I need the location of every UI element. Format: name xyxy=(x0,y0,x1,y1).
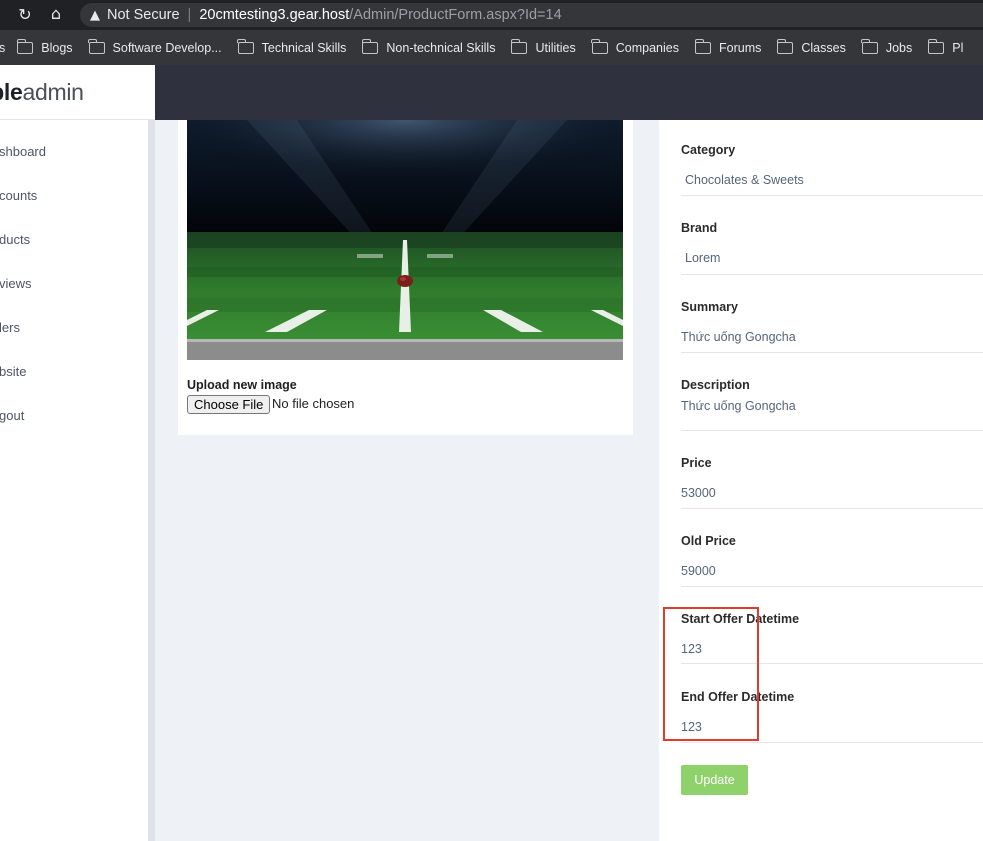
bookmark-technical-skills[interactable]: Technical Skills xyxy=(237,38,347,55)
sidebar-item-products[interactable]: ducts xyxy=(0,232,30,247)
product-image xyxy=(187,120,623,360)
old-price-underline xyxy=(681,586,983,587)
warning-icon: ▲ xyxy=(90,7,100,23)
app-logo: mpleadmin xyxy=(0,79,84,106)
price-input[interactable]: 53000 xyxy=(681,486,716,500)
bookmark-label: Classes xyxy=(801,40,846,55)
price-underline xyxy=(681,508,983,509)
old-price-label: Old Price xyxy=(681,534,736,548)
bookmark-blogs[interactable]: Blogs xyxy=(16,38,73,55)
upload-image-label: Upload new image xyxy=(187,378,297,392)
folder-icon xyxy=(861,38,878,54)
no-file-chosen-text: No file chosen xyxy=(272,396,355,411)
bookmark-label: Non-technical Skills xyxy=(386,40,496,55)
bookmark-companies[interactable]: Companies xyxy=(591,38,679,55)
bookmark-label: Forums xyxy=(719,40,762,55)
bookmark-label: Jobs xyxy=(885,40,913,55)
category-label: Category xyxy=(681,143,736,157)
price-label: Price xyxy=(681,456,712,470)
sidebar-item-website[interactable]: bsite xyxy=(0,364,26,379)
bookmark-pl[interactable]: Pl xyxy=(927,38,964,55)
browser-address-bar: ↻ ⌂ ▲ Not Secure | 20cmtesting3.gear.hos… xyxy=(0,0,983,30)
category-underline xyxy=(681,195,983,196)
folder-icon xyxy=(361,38,379,54)
folder-icon xyxy=(776,38,794,54)
update-button[interactable]: Update xyxy=(681,765,748,795)
url-field[interactable]: ▲ Not Secure | 20cmtesting3.gear.host /A… xyxy=(80,3,983,27)
url-path: /Admin/ProductForm.aspx?Id=14 xyxy=(349,7,562,23)
reload-icon[interactable]: ↻ xyxy=(13,5,37,24)
folder-icon xyxy=(927,38,945,54)
bookmark-label: Software Develop... xyxy=(112,40,222,55)
security-label: Not Secure xyxy=(107,7,180,23)
bookmark-utilities[interactable]: Utilities xyxy=(510,38,576,55)
folder-icon xyxy=(88,38,105,54)
sidebar-item-dashboard[interactable]: shboard xyxy=(0,144,46,159)
url-host: 20cmtesting3.gear.host xyxy=(199,7,350,23)
folder-icon xyxy=(510,38,528,54)
folder-icon xyxy=(694,38,711,54)
bookmark-classes[interactable]: Classes xyxy=(776,38,846,55)
sidebar-item-logout[interactable]: gout xyxy=(0,408,24,423)
folder-icon xyxy=(237,38,254,54)
description-textarea[interactable]: Thức uống Gongcha xyxy=(681,399,796,413)
choose-file-button[interactable]: Choose File xyxy=(187,395,271,414)
logo-bold-text: mple xyxy=(0,78,23,105)
description-label: Description xyxy=(681,378,750,392)
category-select[interactable]: Chocolates & Sweets xyxy=(685,173,804,187)
description-underline xyxy=(681,430,983,431)
annotation-highlight-box xyxy=(663,607,759,741)
home-icon[interactable]: ⌂ xyxy=(44,4,68,23)
bookmark-label: Blogs xyxy=(41,40,73,55)
summary-underline xyxy=(681,352,983,353)
bookmark-non-technical-skills[interactable]: Non-technical Skills xyxy=(361,38,496,55)
sidebar-item-reviews[interactable]: views xyxy=(0,276,32,291)
sidebar: shboard counts ducts views lers bsite go… xyxy=(0,120,148,841)
top-navbar xyxy=(155,65,983,120)
bookmark-label: Pl xyxy=(952,40,964,55)
bookmark-jobs[interactable]: Jobs xyxy=(861,38,913,55)
folder-icon xyxy=(591,38,608,54)
end-offer-underline xyxy=(681,742,983,743)
bookmark-label: Utilities xyxy=(535,40,576,55)
summary-input[interactable]: Thức uống Gongcha xyxy=(681,330,796,344)
bookmarks-bar: s Blogs Software Develop... Technical Sk… xyxy=(0,30,983,65)
bookmark-label: Technical Skills xyxy=(261,40,347,55)
url-separator: | xyxy=(187,7,192,23)
logo-area[interactable]: mpleadmin xyxy=(0,65,155,120)
bookmark-partial[interactable]: s xyxy=(0,41,5,55)
brand-underline xyxy=(681,274,983,275)
folder-icon xyxy=(16,38,34,54)
sidebar-item-orders[interactable]: lers xyxy=(0,320,20,335)
bookmark-label: Companies xyxy=(615,40,679,55)
summary-label: Summary xyxy=(681,300,738,314)
sidebar-item-accounts[interactable]: counts xyxy=(0,188,37,203)
brand-select[interactable]: Lorem xyxy=(685,251,720,265)
old-price-input[interactable]: 59000 xyxy=(681,564,716,578)
logo-light-text: admin xyxy=(22,78,84,105)
sidebar-scroll-rail[interactable] xyxy=(148,120,155,841)
brand-label: Brand xyxy=(681,221,718,235)
bookmark-forums[interactable]: Forums xyxy=(694,38,762,55)
bookmark-software-develop[interactable]: Software Develop... xyxy=(88,38,222,55)
